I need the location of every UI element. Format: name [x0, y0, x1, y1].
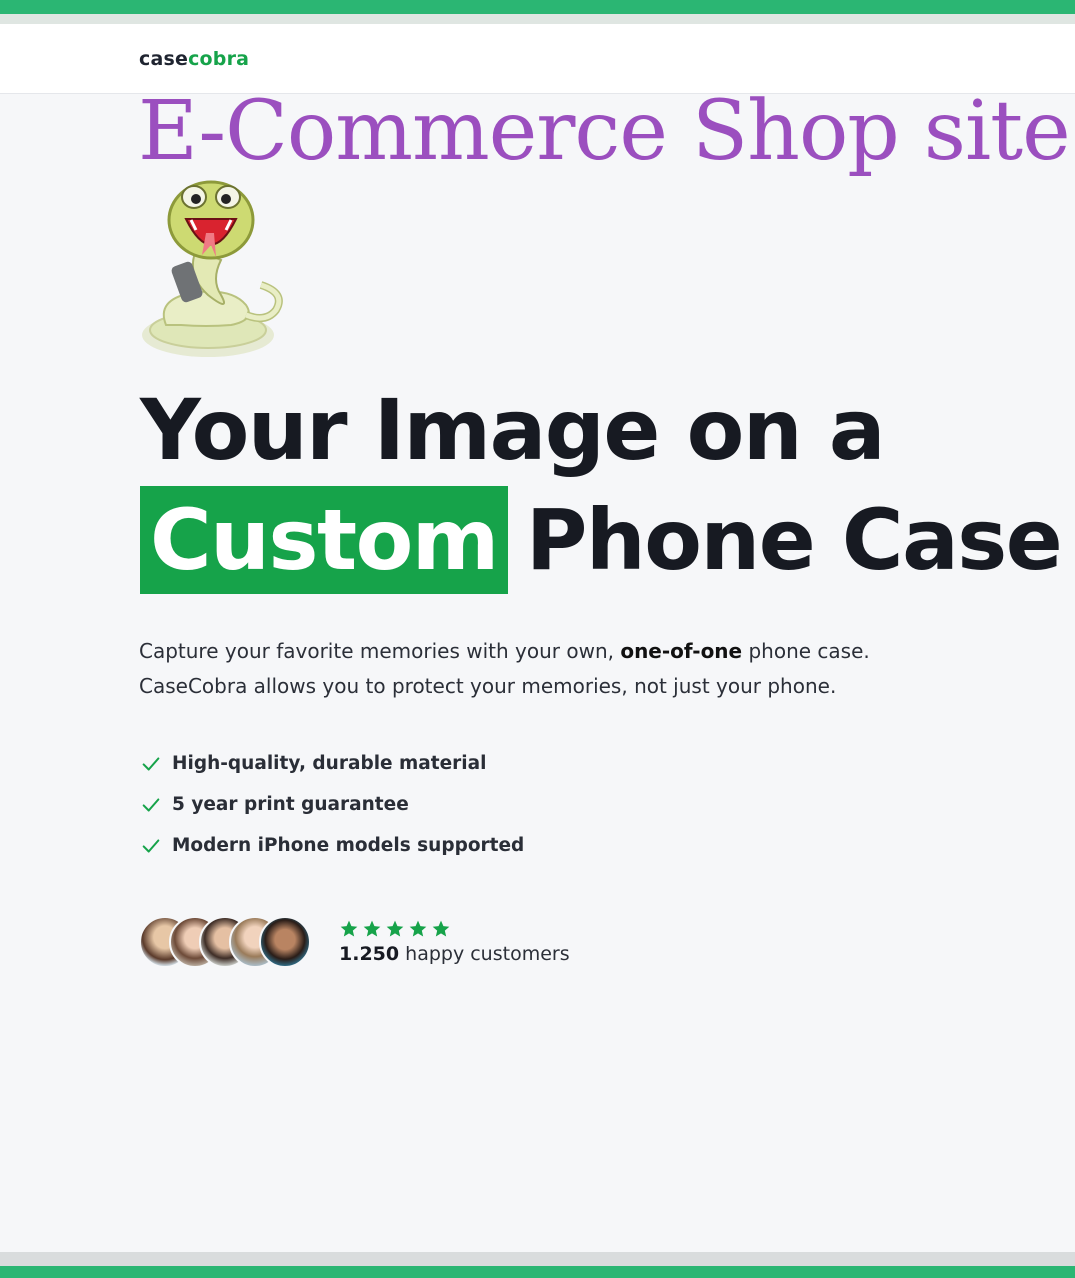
- headline-highlight: Custom: [140, 486, 508, 594]
- star-rating: [339, 919, 570, 941]
- snake-mascot-icon: [136, 175, 286, 360]
- rating-block: 1.250 happy customers: [339, 919, 570, 965]
- star-icon: [363, 920, 381, 937]
- star-icon: [432, 920, 450, 937]
- feature-label: Modern iPhone models supported: [172, 835, 525, 856]
- description-text-1: Capture your favorite memories with your…: [139, 639, 621, 663]
- check-icon: [142, 838, 160, 853]
- site-logo[interactable]: casecobra: [139, 48, 249, 70]
- top-accent-shadow: [0, 14, 1075, 24]
- headline-line-1: Your Image on a: [140, 381, 886, 479]
- bottom-accent-bar: [0, 1266, 1075, 1278]
- feature-item: 5 year print guarantee: [140, 784, 524, 825]
- check-icon: [142, 797, 160, 812]
- feature-item: High-quality, durable material: [140, 743, 524, 784]
- bottom-shadow: [0, 1252, 1075, 1266]
- description-line-2: CaseCobra allows you to protect your mem…: [139, 674, 837, 698]
- hero-description: Capture your favorite memories with your…: [139, 634, 999, 704]
- logo-text-cobra: cobra: [188, 48, 250, 70]
- customer-avatars: [139, 913, 319, 969]
- customer-count-text: 1.250 happy customers: [339, 943, 570, 965]
- description-bold: one-of-one: [620, 639, 743, 663]
- overlay-caption-title: E-Commerce Shop site: [138, 84, 1071, 179]
- star-icon: [386, 920, 404, 937]
- headline-line-2: Custom Phone Case: [140, 485, 1063, 595]
- avatar: [259, 916, 311, 968]
- feature-label: High-quality, durable material: [172, 753, 487, 774]
- top-accent-bar: [0, 0, 1075, 14]
- social-proof: 1.250 happy customers: [139, 913, 570, 969]
- customer-count: 1.250: [339, 943, 400, 965]
- feature-item: Modern iPhone models supported: [140, 825, 524, 866]
- feature-list: High-quality, durable material 5 year pr…: [140, 743, 524, 866]
- feature-label: 5 year print guarantee: [172, 794, 409, 815]
- headline-rest: Phone Case: [525, 491, 1063, 589]
- logo-text-case: case: [139, 48, 189, 70]
- customer-label: happy customers: [399, 943, 570, 965]
- star-icon: [409, 920, 427, 937]
- hero-headline: Your Image on a Custom Phone Case: [140, 375, 1063, 595]
- star-icon: [340, 920, 358, 937]
- description-text-2: phone case.: [742, 639, 870, 663]
- check-icon: [142, 756, 160, 771]
